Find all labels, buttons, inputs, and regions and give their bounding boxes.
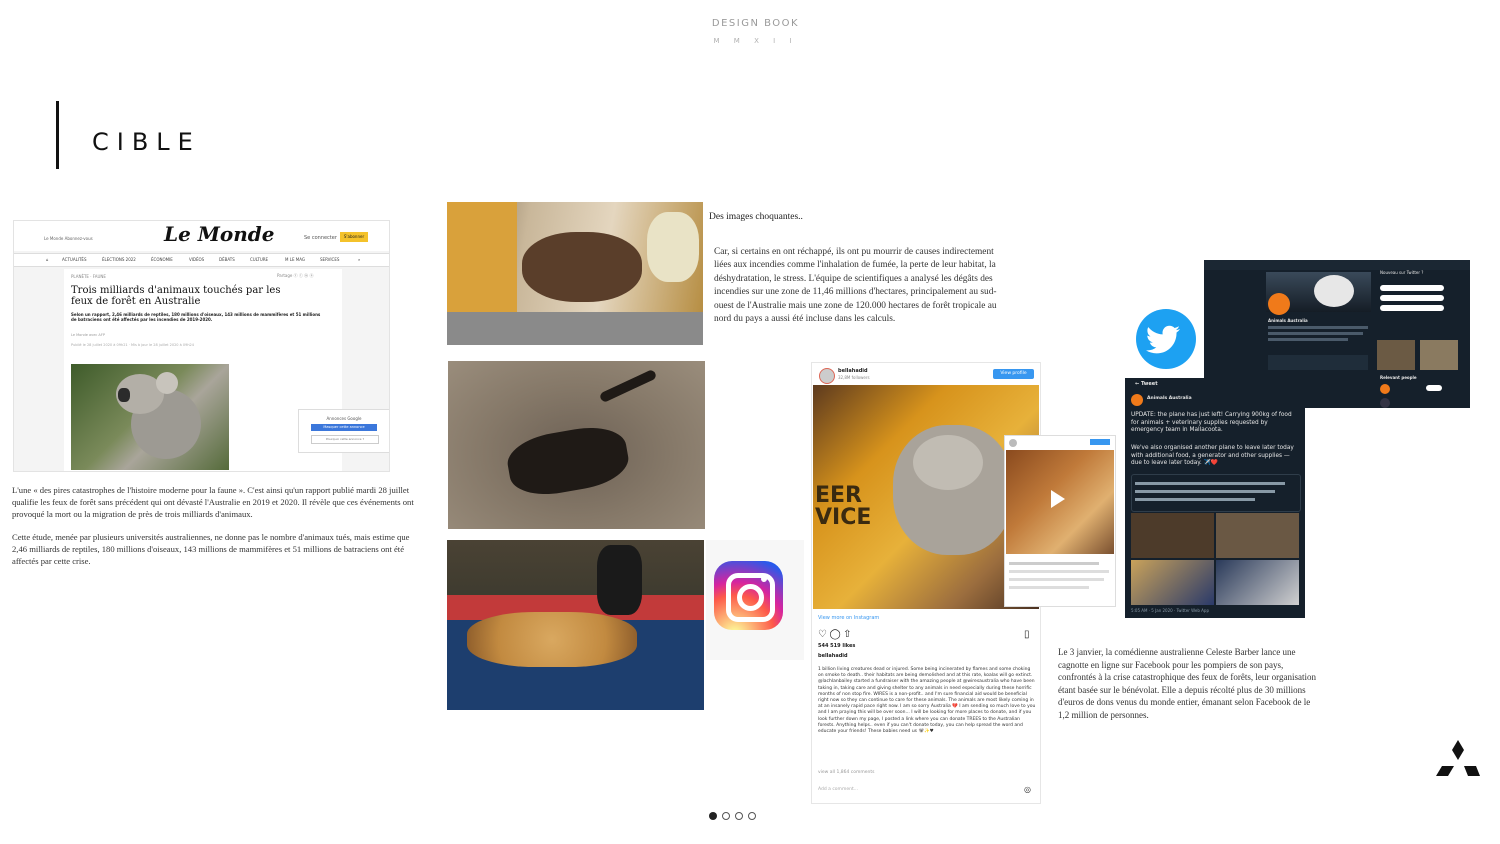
lemonde-nav-item[interactable]: M LE MAG xyxy=(285,257,305,262)
add-comment-input[interactable]: Add a comment... xyxy=(818,787,858,792)
social-icon[interactable] xyxy=(735,812,743,820)
lemonde-home-icon[interactable]: ⌂ xyxy=(46,257,49,262)
ad-title: Annonces Google xyxy=(326,416,362,421)
ad-why-button[interactable]: Pourquoi cette annonce ? xyxy=(311,435,379,444)
mitsubishi-logo xyxy=(1436,740,1480,783)
lemonde-breadcrumb[interactable]: PLANÈTE · FAUNE xyxy=(71,274,106,279)
ig-username[interactable]: bellahadid xyxy=(838,368,868,374)
instagram-small-icon: ◎ xyxy=(1024,785,1031,794)
tw-tweet-text-1: UPDATE: the plane has just left! Carryin… xyxy=(1131,412,1292,433)
lemonde-dateline: Publié le 28 juillet 2020 à 09h21 · Mis … xyxy=(71,343,195,347)
tw-relevant-people: Relevant people xyxy=(1380,375,1417,380)
lemonde-nav: ⌂ ACTUALITÉS ÉLECTIONS 2022 ÉCONOMIE VID… xyxy=(14,253,389,267)
view-profile-button[interactable]: View profile xyxy=(993,369,1034,379)
ig-caption-user[interactable]: bellahadid xyxy=(818,653,848,659)
lemonde-nav-item[interactable]: DÉBATS xyxy=(219,257,235,262)
lemonde-share[interactable]: Partage ⓕ ⓣ ⓜ ⓟ xyxy=(277,273,313,279)
social-icon[interactable] xyxy=(748,812,756,820)
design-book-subtitle: M M X I I xyxy=(713,37,798,45)
ig-fire-text: EER VICE xyxy=(815,483,872,530)
lemonde-nav-item[interactable]: SERVICES xyxy=(320,257,339,262)
social-icon[interactable] xyxy=(709,812,717,820)
tw-timestamp: 5:05 AM · 5 Jan 2020 · Twitter Web App xyxy=(1131,608,1209,613)
tw-profile-name[interactable]: Animals Australia xyxy=(1268,318,1308,323)
avatar[interactable] xyxy=(819,368,835,384)
lemonde-screenshot: Le Monde Abonnez-vous Le Monde Se connec… xyxy=(13,220,390,472)
view-more-link[interactable]: View more on Instagram xyxy=(818,615,879,621)
tw-tweet-text-2: We've also organised another plane to le… xyxy=(1131,445,1294,466)
shocking-images-title: Des images choquantes.. xyxy=(709,212,803,222)
ig-likes: 544 519 likes xyxy=(818,643,856,649)
social-icon[interactable] xyxy=(722,812,730,820)
paragraph-indirect-causes: Car, si certains en ont réchappé, ils on… xyxy=(714,247,997,325)
paragraph-intro: L'une « des pires catastrophes de l'hist… xyxy=(12,485,414,519)
lemonde-login[interactable]: Se connecter xyxy=(304,235,337,241)
ad-hide-button[interactable]: Masquer cette annonce xyxy=(311,424,377,431)
ig-action-icons[interactable]: ♡ ◯ ⇧ xyxy=(818,629,852,640)
lemonde-nav-item[interactable]: ÉLECTIONS 2022 xyxy=(102,257,136,262)
lemonde-share-label: Partage xyxy=(277,273,293,278)
instagram-post-secondary xyxy=(1004,435,1116,607)
tw-tweet-header: ← Tweet xyxy=(1135,381,1158,387)
koala-photo xyxy=(71,364,229,470)
paragraph-study: Cette étude, menée par plusieurs univers… xyxy=(12,532,410,566)
lemonde-search-icon[interactable]: ⌕ xyxy=(358,257,360,262)
twitter-tweet-screenshot: ← Tweet Animals Australia UPDATE: the pl… xyxy=(1125,378,1305,618)
bookmark-icon[interactable]: ▯ xyxy=(1024,629,1030,640)
lemonde-lede: Selon un rapport, 2,46 milliards de rept… xyxy=(71,312,321,322)
lemonde-nav-item[interactable]: VIDÉOS xyxy=(189,257,204,262)
ig-followers: 32,8M followers xyxy=(838,375,870,380)
lemonde-ad-box: Annonces Google Masquer cette annonce Po… xyxy=(298,409,389,453)
jaguar-vet-photo xyxy=(447,540,704,710)
section-title: CIBLE xyxy=(92,128,201,156)
design-book-title: DESIGN BOOK xyxy=(711,18,800,29)
burned-koala-photo xyxy=(447,202,703,345)
tw-tweet-user[interactable]: Animals Australia xyxy=(1147,396,1192,401)
water-koala-photo xyxy=(1006,450,1114,554)
lemonde-article: PLANÈTE · FAUNE Partage ⓕ ⓣ ⓜ ⓟ Trois mi… xyxy=(64,269,389,471)
tw-side-title: Nouveau sur Twitter ? xyxy=(1380,270,1424,275)
lemonde-headline: Trois milliards d'animaux touchés par le… xyxy=(71,285,281,307)
paragraph-celeste-barber: Le 3 janvier, la comédienne australienne… xyxy=(1058,647,1316,720)
lemonde-nav-item[interactable]: CULTURE xyxy=(250,257,268,262)
charred-animal-photo xyxy=(448,361,705,529)
lemonde-nav-item[interactable]: ACTUALITÉS xyxy=(62,257,86,262)
ig-caption: 1 billion living creatures dead or injur… xyxy=(818,667,1036,735)
lemonde-header: Le Monde Abonnez-vous Le Monde Se connec… xyxy=(14,221,389,251)
twitter-icon xyxy=(1136,309,1196,369)
lemonde-logo: Le Monde xyxy=(164,222,275,246)
lemonde-author: Le Monde avec AFP xyxy=(71,333,105,337)
tw-tweet-header-label: Tweet xyxy=(1140,381,1158,387)
view-comments-link[interactable]: view all 1,864 comments xyxy=(818,770,875,775)
lemonde-subscribe-button[interactable]: S'abonner xyxy=(340,232,368,242)
section-bar xyxy=(56,101,59,169)
lemonde-nav-item[interactable]: ÉCONOMIE xyxy=(151,257,173,262)
instagram-icon xyxy=(714,561,783,630)
play-icon[interactable] xyxy=(1051,490,1065,508)
lemonde-left-text: Le Monde Abonnez-vous xyxy=(44,236,93,241)
